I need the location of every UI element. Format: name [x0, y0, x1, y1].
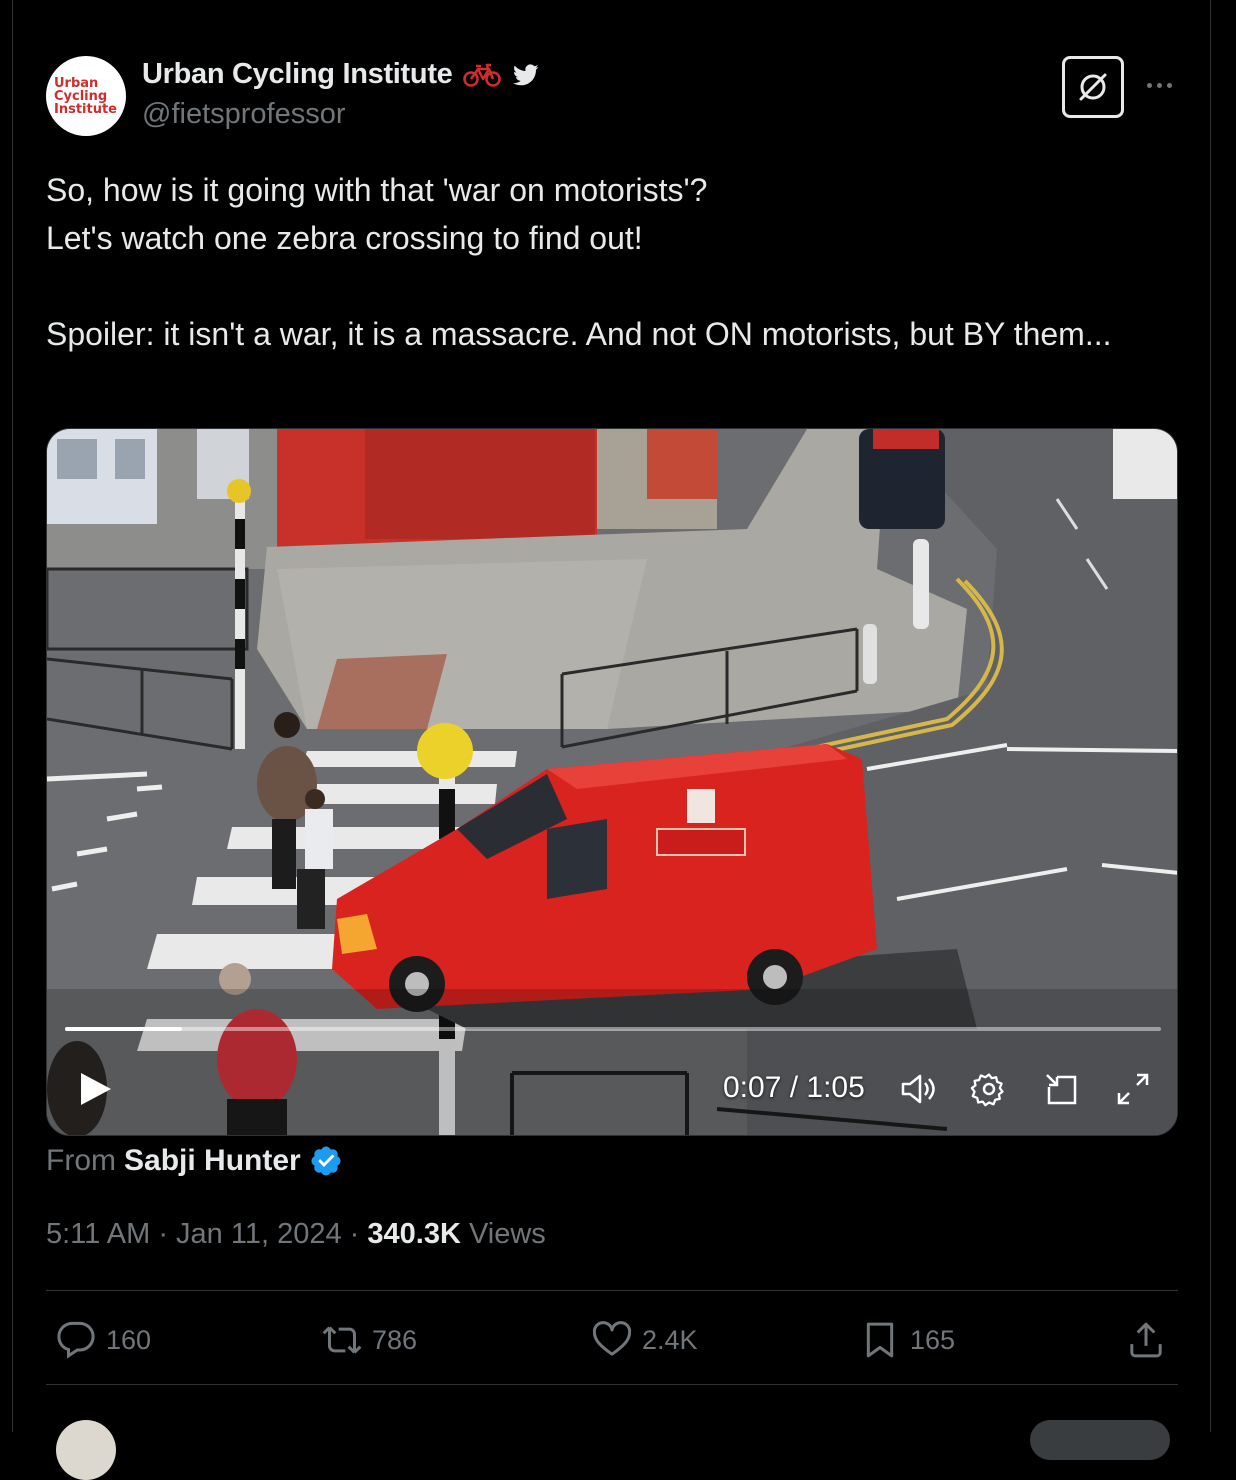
more-options-icon	[1146, 82, 1152, 88]
author-name-row: Urban Cycling Institute	[142, 58, 541, 91]
like-count: 2.4K	[642, 1324, 698, 1355]
source-name[interactable]: Sabji Hunter	[124, 1144, 301, 1178]
reply-count: 160	[106, 1324, 152, 1355]
bicycle-icon	[462, 63, 501, 87]
video-source: From Sabji Hunter	[46, 1144, 343, 1178]
bookmark-count: 165	[910, 1324, 956, 1355]
tweet-text: So, how is it going with that 'war on mo…	[46, 166, 1156, 358]
reply-button-partial[interactable]	[1030, 1420, 1170, 1460]
tweet-actions: 160 786 2.4K 165	[46, 1312, 1178, 1368]
bookmark-button[interactable]: 165	[860, 1312, 955, 1368]
video-time-display: 0:07 / 1:05	[723, 1071, 865, 1104]
author-handle[interactable]: @fietsprofessor	[142, 98, 346, 131]
heart-icon	[592, 1321, 632, 1356]
pip-icon[interactable]	[1041, 1069, 1081, 1109]
divider-top	[46, 1290, 1178, 1291]
views-label: Views	[468, 1218, 546, 1250]
meta-separator-1: ·	[158, 1218, 168, 1250]
avatar-text-line-1: Urban	[54, 75, 99, 91]
fullscreen-icon[interactable]	[1113, 1069, 1153, 1109]
video-player[interactable]: 0:07 / 1:05	[46, 428, 1178, 1136]
tweet-time[interactable]: 5:11 AM	[46, 1218, 150, 1250]
more-options-button[interactable]	[1140, 70, 1178, 100]
share-icon	[1130, 1322, 1162, 1358]
reply-button[interactable]: 160	[56, 1312, 151, 1368]
avatar-text-line-2: Cycling	[54, 88, 108, 104]
video-progress-fill	[65, 1027, 183, 1031]
tweet-line-2: Let's watch one zebra crossing to find o…	[46, 220, 643, 256]
repost-button[interactable]: 786	[322, 1312, 417, 1368]
volume-icon[interactable]	[897, 1069, 937, 1109]
like-button[interactable]: 2.4K	[592, 1312, 698, 1368]
author-avatar[interactable]: Urban Cycling Institute	[46, 56, 126, 136]
meta-separator-2: ·	[349, 1218, 360, 1250]
reply-composer-avatar[interactable]	[56, 1420, 116, 1480]
from-label: From	[46, 1144, 116, 1177]
avatar-text-line-3: Institute	[54, 101, 118, 117]
divider-bottom	[46, 1384, 1178, 1385]
repost-count: 786	[372, 1324, 418, 1355]
views-count: 340.3K	[367, 1218, 461, 1250]
author-display-name[interactable]: Urban Cycling Institute	[142, 58, 453, 91]
verified-badge-icon	[311, 1146, 341, 1176]
tweet-meta: 5:11 AM · Jan 11, 2024 · 340.3K Views	[46, 1218, 546, 1251]
repost-icon	[322, 1326, 362, 1354]
play-icon[interactable]	[75, 1069, 115, 1109]
tweet-line-3: Spoiler: it isn't a war, it is a massacr…	[46, 316, 1112, 352]
bookmark-icon	[866, 1322, 894, 1358]
tweet-line-1: So, how is it going with that 'war on mo…	[46, 172, 708, 208]
twitter-bird-icon	[512, 63, 539, 85]
column-border-right	[1210, 0, 1211, 1432]
grok-button[interactable]	[1062, 56, 1124, 118]
reply-icon	[57, 1321, 95, 1359]
column-border-left	[12, 0, 13, 1432]
settings-icon[interactable]	[969, 1069, 1009, 1109]
video-progress-track[interactable]	[65, 1027, 1161, 1031]
grok-icon	[1079, 73, 1107, 101]
share-button[interactable]	[1126, 1312, 1166, 1368]
tweet-date[interactable]: Jan 11, 2024	[176, 1218, 342, 1250]
